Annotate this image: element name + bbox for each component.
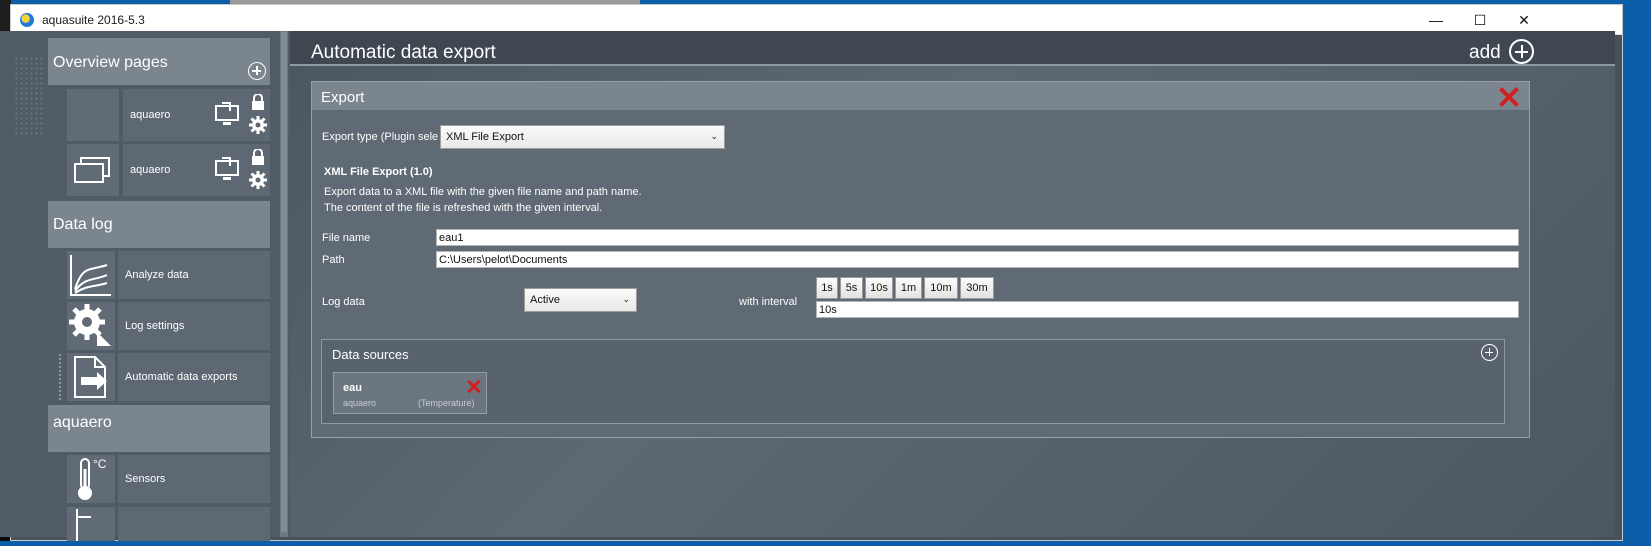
- sidebar-item-analyze-data[interactable]: Analyze data: [118, 251, 270, 299]
- log-data-select[interactable]: Active ⌄: [524, 288, 637, 312]
- gear-icon[interactable]: [248, 115, 268, 135]
- close-icon: ✕: [1518, 11, 1530, 28]
- interval-10m-button[interactable]: 10m: [924, 277, 958, 299]
- stacked-pages-icon[interactable]: [67, 144, 119, 196]
- gear-icon[interactable]: [248, 170, 268, 190]
- sidebar-item-automatic-data-exports[interactable]: Automatic data exports: [118, 353, 270, 401]
- export-panel-header: [312, 82, 1529, 110]
- sidebar-item-sensors[interactable]: Sensors: [118, 455, 270, 503]
- export-type-label: Export type (Plugin sele: [322, 131, 438, 143]
- plugin-description-line2: The content of the file is refreshed wit…: [324, 202, 603, 214]
- path-value: C:\Users\pelot\Documents: [439, 253, 568, 266]
- data-sources-box: [321, 339, 1505, 424]
- sidebar-item-next[interactable]: [118, 507, 270, 541]
- add-data-source-icon[interactable]: [1481, 344, 1498, 361]
- page-title: Automatic data export: [311, 42, 496, 63]
- data-source-type: (Temperature): [418, 398, 475, 408]
- add-export-label[interactable]: add: [1469, 42, 1501, 64]
- section-label: Overview pages: [53, 54, 168, 71]
- plugin-description-line1: Export data to a XML file with the given…: [324, 186, 642, 198]
- export-file-icon[interactable]: [67, 353, 115, 401]
- log-data-value: Active: [530, 294, 560, 306]
- button-label: 1s: [821, 282, 833, 294]
- lock-icon[interactable]: [248, 148, 268, 165]
- chevron-down-icon: ⌄: [710, 131, 718, 141]
- path-field[interactable]: C:\Users\pelot\Documents: [436, 251, 1519, 268]
- section-overview-pages[interactable]: Overview pages: [48, 38, 270, 85]
- interval-label: with interval: [739, 296, 798, 308]
- chevron-down-icon: ⌄: [622, 294, 630, 304]
- log-data-label: Log data: [322, 296, 365, 308]
- section-data-log[interactable]: Data log: [48, 201, 270, 248]
- export-panel-title: Export: [321, 89, 365, 106]
- remove-data-source-icon[interactable]: [467, 379, 481, 393]
- sidebar-scrollbar-thumb[interactable]: [281, 32, 287, 532]
- sidebar-item-label: Sensors: [125, 473, 166, 485]
- gear-icon[interactable]: [67, 302, 115, 350]
- delete-export-icon[interactable]: [1498, 86, 1520, 108]
- path-label: Path: [322, 254, 345, 266]
- app-logo-icon: [20, 13, 34, 27]
- lock-icon[interactable]: [248, 93, 268, 110]
- data-source-card[interactable]: eau aquaero (Temperature): [333, 372, 487, 414]
- interval-field[interactable]: 10s: [816, 301, 1519, 318]
- plugin-name: XML File Export (1.0): [324, 166, 433, 178]
- maximize-icon: ☐: [1473, 11, 1487, 28]
- interval-10s-button[interactable]: 10s: [865, 277, 893, 299]
- interval-value: 10s: [819, 303, 837, 316]
- interval-1m-button[interactable]: 1m: [895, 277, 922, 299]
- section-aquaero[interactable]: aquaero: [48, 405, 270, 452]
- selected-indicator: [58, 353, 63, 401]
- file-name-value: eau1: [439, 231, 464, 244]
- section-label: aquaero: [53, 414, 112, 431]
- button-label: 10s: [870, 282, 888, 294]
- sidebar-item-label: Analyze data: [125, 269, 189, 281]
- window-title: aquasuite 2016-5.3: [42, 13, 145, 27]
- export-type-select[interactable]: XML File Export ⌄: [440, 125, 725, 149]
- file-name-field[interactable]: eau1: [436, 229, 1519, 246]
- sidebar-item-label: Log settings: [125, 320, 185, 332]
- button-label: 30m: [966, 282, 988, 294]
- minimize-icon: —: [1429, 12, 1443, 28]
- button-label: 1m: [900, 282, 917, 294]
- decorative-dots: [14, 56, 44, 136]
- data-sources-title: Data sources: [332, 347, 409, 362]
- blank-page-icon[interactable]: [67, 89, 119, 141]
- monitor-icon[interactable]: [214, 155, 242, 183]
- button-label: 5s: [845, 282, 858, 294]
- data-source-name: eau: [343, 382, 362, 394]
- add-export-icon[interactable]: [1509, 39, 1534, 64]
- chart-icon[interactable]: [67, 507, 115, 541]
- monitor-icon[interactable]: [214, 100, 242, 128]
- sidebar-item-label: aquaero: [130, 164, 171, 176]
- interval-1s-button[interactable]: 1s: [816, 277, 838, 299]
- sidebar-item-log-settings[interactable]: Log settings: [118, 302, 270, 350]
- file-name-label: File name: [322, 232, 371, 244]
- button-label: 10m: [930, 282, 952, 294]
- section-label: Data log: [53, 216, 113, 233]
- export-type-value: XML File Export: [446, 131, 524, 143]
- sidebar-item-label: Automatic data exports: [125, 371, 238, 383]
- interval-5s-button[interactable]: 5s: [840, 277, 863, 299]
- chart-curves-icon[interactable]: [67, 251, 115, 299]
- interval-30m-button[interactable]: 30m: [960, 277, 994, 299]
- add-overview-page-icon[interactable]: [248, 62, 266, 80]
- unit-label: °C: [93, 457, 107, 471]
- sidebar-item-label: aquaero: [130, 109, 171, 121]
- thermometer-icon[interactable]: °C: [67, 455, 115, 503]
- data-source-device: aquaero: [343, 398, 377, 408]
